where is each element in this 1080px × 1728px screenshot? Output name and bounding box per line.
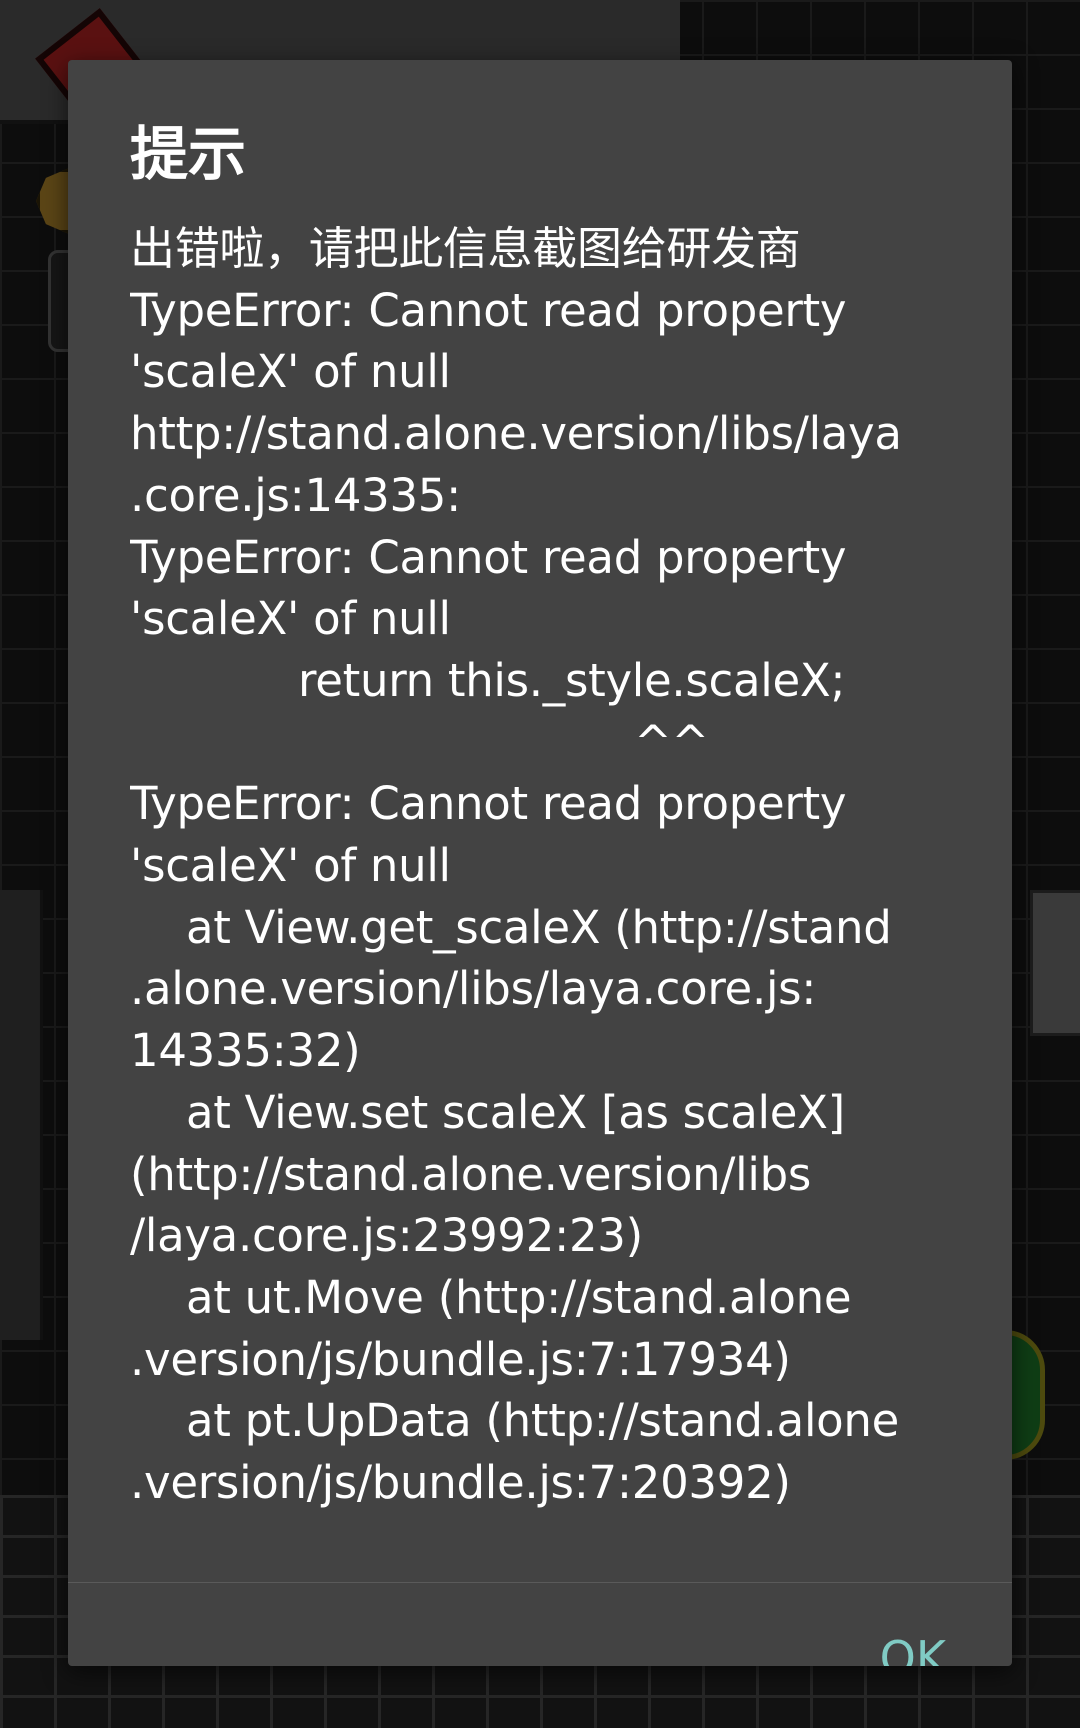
message-line: at pt.UpData (http://stand.alone (130, 1394, 899, 1448)
ok-button[interactable]: OK (870, 1618, 956, 1666)
message-line: 14335:32) (130, 1024, 361, 1078)
message-line: TypeError: Cannot read property (130, 530, 847, 584)
error-dialog: 提示 出错啦，请把此信息截图给研发商 TypeError: Cannot rea… (68, 60, 1012, 1666)
background-right-card (1030, 890, 1080, 1036)
message-line: 'scaleX' of null (130, 592, 451, 646)
message-line: ^^ (130, 715, 709, 769)
dialog-title: 提示 (130, 120, 247, 188)
message-line: at View.set scaleX [as scaleX] (130, 1085, 845, 1139)
message-line: at View.get_scaleX (http://stand (130, 900, 892, 954)
message-line: .version/js/bundle.js:7:20392) (130, 1456, 791, 1510)
message-line: at ut.Move (http://stand.alone (130, 1270, 852, 1324)
background-left-strip (0, 890, 43, 1340)
message-line: http://stand.alone.version/libs/laya (130, 407, 902, 461)
message-line: .version/js/bundle.js:7:17934) (130, 1332, 791, 1386)
message-line: TypeError: Cannot read property (130, 777, 847, 831)
message-line: 出错啦，请把此信息截图给研发商 (130, 222, 801, 275)
message-line: .core.js:14335: (130, 468, 462, 522)
message-line: .alone.version/libs/laya.core.js: (130, 962, 817, 1016)
message-line: TypeError: Cannot read property (130, 283, 847, 337)
error-message-text: 出错啦，请把此信息截图给研发商 TypeError: Cannot read p… (130, 218, 970, 1514)
message-line: /laya.core.js:23992:23) (130, 1209, 643, 1263)
message-line: (http://stand.alone.version/libs (130, 1147, 811, 1201)
message-line: 'scaleX' of null (130, 839, 451, 893)
message-line: 'scaleX' of null (130, 345, 451, 399)
dialog-divider (68, 1582, 1012, 1583)
message-line: return this._style.scaleX; (130, 653, 846, 707)
dialog-message-scroll[interactable]: 出错啦，请把此信息截图给研发商 TypeError: Cannot read p… (130, 218, 970, 1582)
